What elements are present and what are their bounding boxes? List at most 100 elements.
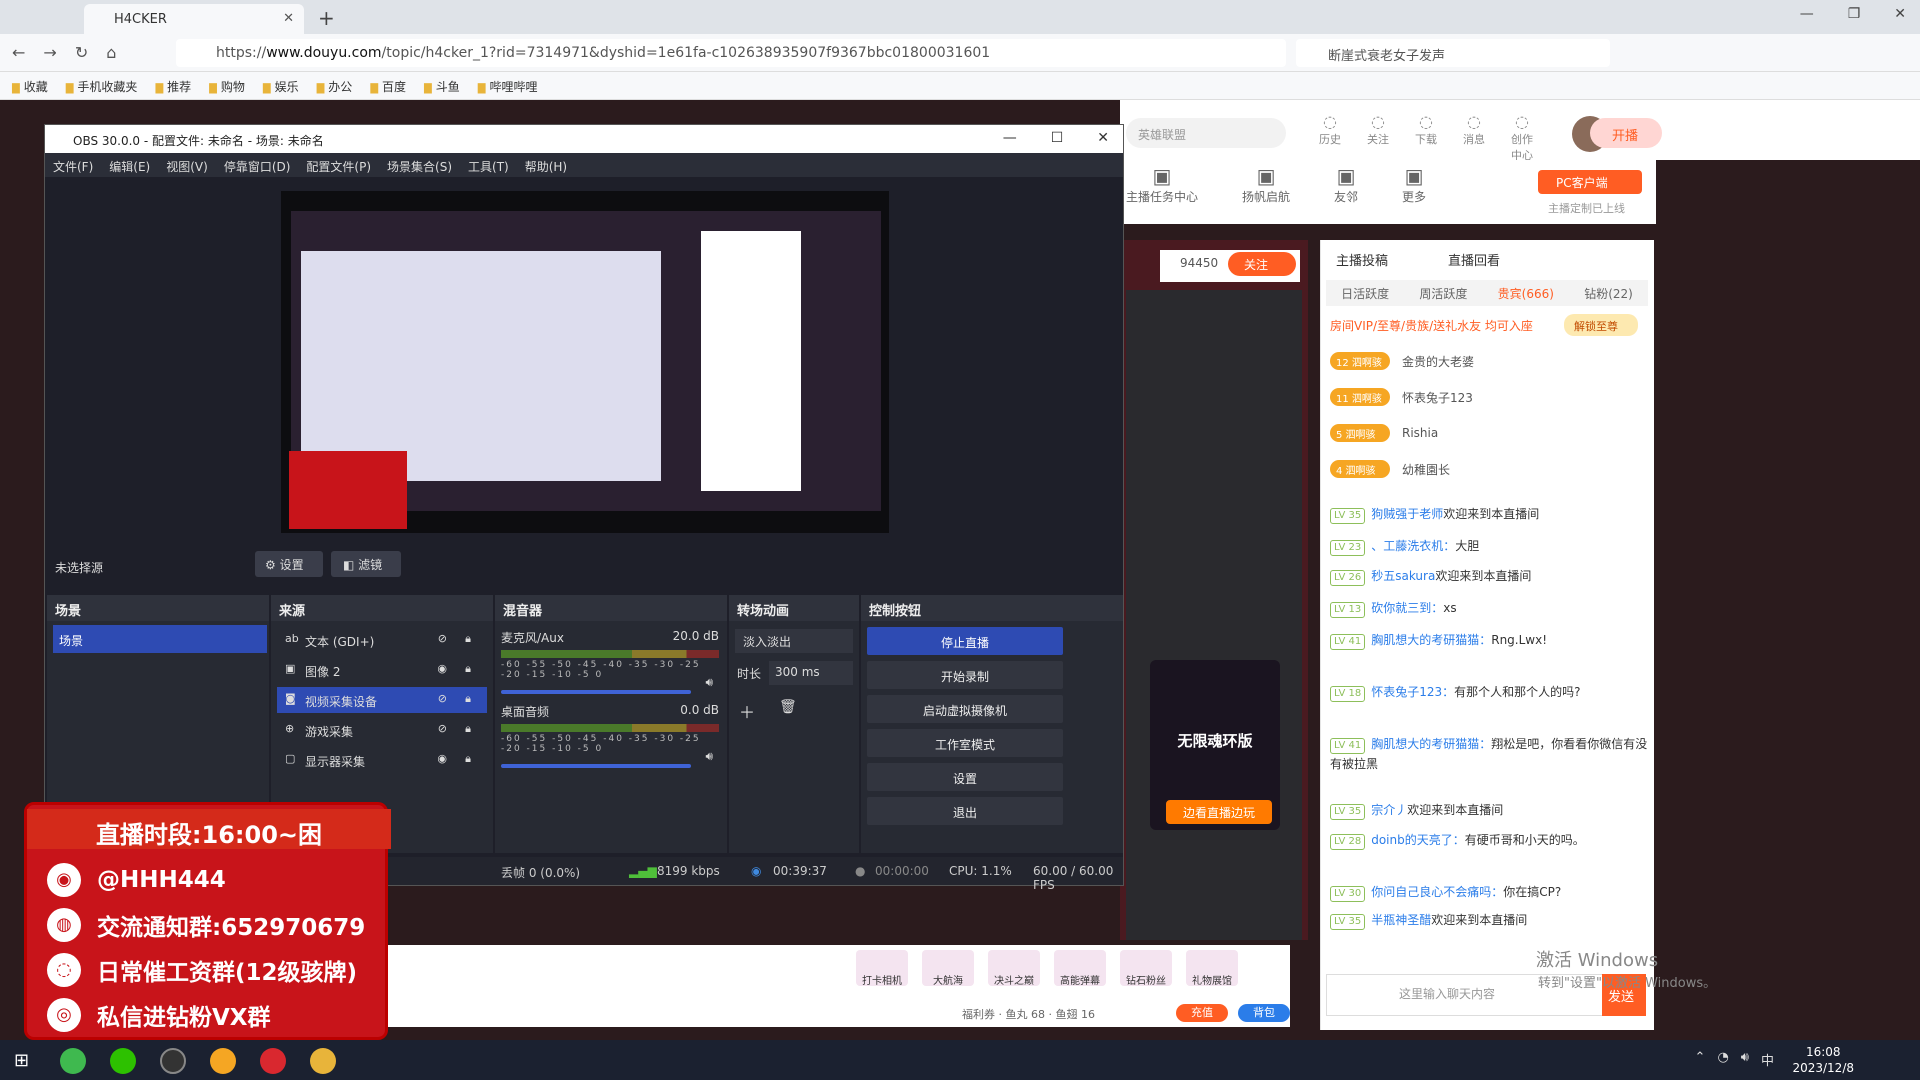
speaker-icon[interactable]: 🔊︎: [705, 749, 713, 764]
close-tab-icon[interactable]: ✕: [283, 11, 294, 26]
lock-icon[interactable]: 🔒︎: [465, 722, 471, 736]
game-ad-button[interactable]: 边看直播边玩: [1166, 800, 1272, 824]
rank-tab-0[interactable]: 日活跃度: [1341, 285, 1389, 306]
minimize-icon[interactable]: —: [1003, 130, 1017, 146]
speaker-icon[interactable]: 🔊︎: [705, 675, 713, 690]
chat-nick[interactable]: doinb的天亮了：: [1371, 833, 1465, 847]
chat-nick[interactable]: 秒五sakura: [1371, 569, 1435, 583]
close-window-icon[interactable]: ✕: [1894, 6, 1906, 22]
chat-nick[interactable]: 砍你就三到：: [1371, 601, 1443, 615]
wechat-icon[interactable]: [110, 1048, 136, 1074]
visibility-icon[interactable]: ⊘: [438, 722, 447, 735]
volume-icon[interactable]: 🔊︎: [1741, 1050, 1749, 1069]
rank-row[interactable]: 4 泗啊骇 幼稚園长: [1330, 460, 1450, 478]
bookmark-6[interactable]: 百度: [370, 78, 406, 99]
chevron-up-icon[interactable]: ⌃: [1695, 1050, 1706, 1069]
trash-icon[interactable]: 🗑: [779, 699, 797, 715]
header-icon-1[interactable]: ◌ 关注: [1366, 112, 1390, 163]
scene-item[interactable]: 场景: [53, 625, 267, 653]
visibility-icon[interactable]: ◉: [437, 752, 447, 765]
control-button-3[interactable]: 工作室模式: [867, 729, 1063, 757]
chat-nick[interactable]: 、工藤洗衣机：: [1371, 539, 1455, 553]
obs-preview[interactable]: [281, 191, 889, 533]
obs-menu-item-3[interactable]: 停靠窗口(D): [224, 158, 291, 177]
source-item[interactable]: ⊕ 游戏采集 ⊘ 🔒︎: [277, 717, 487, 743]
app-icon[interactable]: [260, 1048, 286, 1074]
app-icon-2[interactable]: [310, 1048, 336, 1074]
wifi-icon[interactable]: ◔: [1717, 1050, 1728, 1069]
header-icon-4[interactable]: ◌ 创作中心: [1510, 112, 1534, 163]
new-tab-icon[interactable]: +: [318, 6, 335, 30]
rank-row[interactable]: 12 泗啊骇 金贵的大老婆: [1330, 352, 1474, 370]
chat-nick[interactable]: 半瓶神圣醋: [1371, 913, 1431, 927]
bag-button[interactable]: 背包: [1238, 1004, 1290, 1022]
sub-icon-1[interactable]: ▣ 扬帆启航: [1242, 164, 1290, 205]
lock-icon[interactable]: 🔒︎: [465, 662, 471, 676]
control-button-4[interactable]: 设置: [867, 763, 1063, 791]
gift-item[interactable]: 大航海: [922, 950, 974, 987]
chat-nick[interactable]: 狗贼强于老师: [1371, 507, 1443, 521]
bookmark-5[interactable]: 办公: [317, 78, 352, 99]
chat-nick[interactable]: 宗介丿: [1371, 803, 1407, 817]
obs-menu-item-2[interactable]: 视图(V): [166, 158, 208, 177]
source-settings-button[interactable]: ⚙ 设置: [255, 551, 323, 577]
bookmark-2[interactable]: 推荐: [155, 78, 191, 99]
lock-icon[interactable]: 🔒︎: [465, 692, 471, 706]
back-icon[interactable]: ←: [12, 43, 25, 62]
close-window-icon[interactable]: ✕: [1097, 130, 1109, 146]
visibility-icon[interactable]: ⊘: [438, 692, 447, 705]
lock-icon[interactable]: 🔒︎: [465, 752, 471, 766]
gift-item[interactable]: 高能弹幕: [1054, 950, 1106, 987]
chat-nick[interactable]: 胸肌想大的考研猫猫：: [1371, 633, 1491, 647]
bookmark-0[interactable]: 收藏: [12, 78, 48, 99]
header-icon-0[interactable]: ◌ 历史: [1318, 112, 1342, 163]
windows-start-icon[interactable]: ⊞: [14, 1050, 29, 1071]
home-icon[interactable]: ⌂: [106, 43, 116, 62]
obs-menu-item-0[interactable]: 文件(F): [53, 158, 93, 177]
volume-slider[interactable]: [501, 690, 691, 694]
source-item[interactable]: ab 文本 (GDI+) ⊘ 🔒︎: [277, 627, 487, 653]
maximize-icon[interactable]: ❐: [1848, 6, 1861, 22]
sub-icon-3[interactable]: ▣ 更多: [1402, 164, 1426, 205]
bookmark-3[interactable]: 购物: [209, 78, 245, 99]
add-icon[interactable]: ＋: [739, 699, 755, 723]
url-input[interactable]: https://www.douyu.com/topic/h4cker_1?rid…: [176, 39, 1286, 67]
obs-menu-item-4[interactable]: 配置文件(P): [306, 158, 371, 177]
bookmark-7[interactable]: 斗鱼: [424, 78, 460, 99]
bookmark-4[interactable]: 娱乐: [263, 78, 299, 99]
gift-item[interactable]: 打卡相机: [856, 950, 908, 987]
reload-icon[interactable]: ↻: [75, 43, 88, 62]
obs-menu-item-1[interactable]: 编辑(E): [109, 158, 150, 177]
source-filters-button[interactable]: ◧ 滤镜: [331, 551, 401, 577]
bookmark-1[interactable]: 手机收藏夹: [66, 78, 137, 99]
rank-tab-1[interactable]: 周活跃度: [1419, 285, 1467, 306]
browser-tab[interactable]: H4CKER ✕: [84, 4, 304, 34]
rank-tab-3[interactable]: 钻粉(22): [1584, 285, 1633, 306]
right-tab-1[interactable]: 直播回看: [1448, 250, 1500, 269]
gift-item[interactable]: 钻石粉丝: [1120, 950, 1172, 987]
douyu-search-input[interactable]: 英雄联盟: [1126, 118, 1286, 148]
transition-select[interactable]: 淡入淡出: [735, 629, 853, 653]
unlock-button[interactable]: 解锁至尊: [1564, 314, 1638, 336]
chat-nick[interactable]: 你问自己良心不会痛吗：: [1371, 885, 1503, 899]
header-icon-3[interactable]: ◌ 消息: [1462, 112, 1486, 163]
right-tab-0[interactable]: 主播投稿: [1336, 250, 1388, 269]
rank-row[interactable]: 11 泗啊骇 怀表兔子123: [1330, 388, 1473, 406]
taskbar-clock[interactable]: 16:08 2023/12/8: [1792, 1044, 1854, 1076]
control-button-5[interactable]: 退出: [867, 797, 1063, 825]
pc-client-button[interactable]: PC客户端: [1538, 170, 1642, 194]
source-item[interactable]: ◙ 视频采集设备 ⊘ 🔒︎: [277, 687, 487, 713]
bookmark-8[interactable]: 哔哩哔哩: [478, 78, 537, 99]
browser-search-input[interactable]: 断崖式衰老女子发声: [1296, 39, 1610, 67]
obs-app-icon[interactable]: [160, 1048, 186, 1074]
volume-slider[interactable]: [501, 764, 691, 768]
forward-icon[interactable]: →: [43, 43, 56, 62]
rank-row[interactable]: 5 泗啊骇 Rishia: [1330, 424, 1438, 442]
follow-button[interactable]: 关注: [1228, 252, 1296, 276]
source-item[interactable]: ▣ 图像 2 ◉ 🔒︎: [277, 657, 487, 683]
chat-nick[interactable]: 胸肌想大的考研猫猫：: [1371, 737, 1491, 751]
control-button-0[interactable]: 停止直播: [867, 627, 1063, 655]
control-button-1[interactable]: 开始录制: [867, 661, 1063, 689]
obs-menu-item-6[interactable]: 工具(T): [468, 158, 509, 177]
visibility-icon[interactable]: ◉: [437, 662, 447, 675]
